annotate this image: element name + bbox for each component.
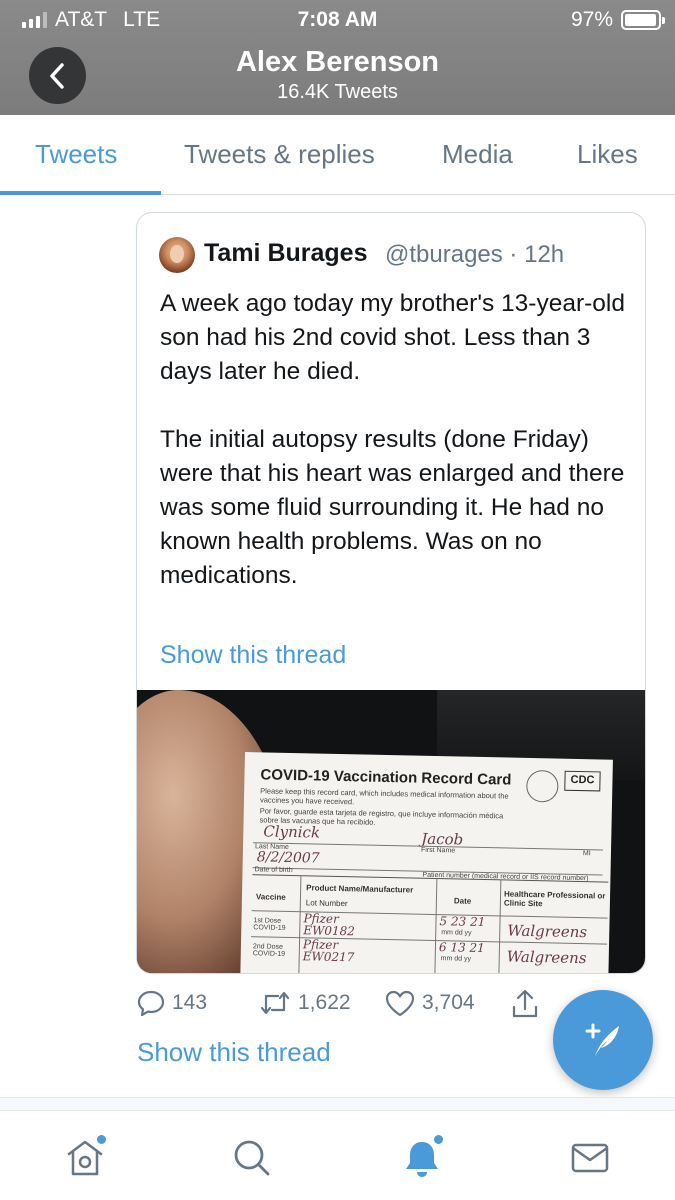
dose1-label: 1st Dose COVID-19 <box>253 917 286 932</box>
nav-home[interactable] <box>55 1133 115 1183</box>
tweet-actions: 143 1,622 3,704 <box>136 988 556 1024</box>
quoted-tweet-text: A week ago today my brother's 13-year-ol… <box>160 287 630 593</box>
dose2-site: Walgreens <box>506 947 587 968</box>
battery-icon <box>621 10 665 30</box>
tab-media[interactable]: Media <box>442 139 513 170</box>
card-instructions-en: Please keep this record card, which incl… <box>259 786 509 807</box>
reply-icon <box>137 990 165 1017</box>
quoted-author-handle-time: @tburages · 12h <box>385 241 565 268</box>
status-bar-right: 97% <box>570 8 665 32</box>
tab-tweets-and-replies[interactable]: Tweets & replies <box>184 139 375 170</box>
bottom-navigation <box>0 1111 675 1200</box>
col-vaccine: Vaccine <box>255 892 286 902</box>
like-count: 3,704 <box>422 991 475 1014</box>
col-date: Date <box>453 896 472 906</box>
tweet-paragraph: A week ago today my brother's 13-year-ol… <box>160 290 625 385</box>
tweet-count: 16.4K Tweets <box>277 81 398 103</box>
nav-messages[interactable] <box>560 1133 620 1183</box>
dob-label: Date of birth <box>254 866 293 875</box>
avatar[interactable] <box>159 237 195 273</box>
feed-separator <box>0 1097 675 1111</box>
compose-tweet-icon <box>585 1023 619 1056</box>
dose1-lot: EW0182 <box>303 923 356 939</box>
col-product: Product Name/Manufacturer <box>306 883 414 895</box>
share-icon <box>512 989 538 1018</box>
dob-value: 8/2/2007 <box>256 849 320 867</box>
tab-likes[interactable]: Likes <box>577 139 638 170</box>
tweet-paragraph: The initial autopsy results (done Friday… <box>160 426 625 589</box>
cdc-logo: CDC <box>564 770 601 792</box>
retweet-count: 1,622 <box>298 991 351 1014</box>
last-name-value: Clynick <box>263 822 321 842</box>
active-tab-indicator <box>0 191 161 195</box>
quoted-tweet[interactable]: Tami Burages @tburages · 12h A week ago … <box>136 212 646 974</box>
vaccination-card: COVID-19 Vaccination Record Card CDC Ple… <box>239 752 613 973</box>
dose2-lot: EW0217 <box>302 949 355 965</box>
mi-label: MI <box>582 850 591 858</box>
col-site: Healthcare Professional or Clinic Site <box>503 889 606 909</box>
col-lot: Lot Number <box>305 898 348 909</box>
quoted-author-name: Tami Burages <box>204 239 368 267</box>
dose1-date: 5 23 21 <box>439 914 486 930</box>
dose1-site: Walgreens <box>507 921 588 942</box>
battery-percent: 97% <box>570 8 613 31</box>
new-notification-dot <box>434 1135 443 1144</box>
share-button[interactable] <box>510 988 540 1020</box>
retweet-button[interactable]: 1,622 <box>258 988 351 1018</box>
retweet-icon <box>260 991 290 1015</box>
first-name-label: First Name <box>420 846 456 855</box>
tweet-photo[interactable]: COVID-19 Vaccination Record Card CDC Ple… <box>137 690 645 973</box>
dose2-label: 2nd Dose COVID-19 <box>252 943 286 958</box>
nav-notifications[interactable] <box>392 1133 452 1183</box>
tab-tweets[interactable]: Tweets <box>35 139 117 170</box>
show-thread-link[interactable]: Show this thread <box>137 1037 331 1068</box>
profile-header: AT&T LTE 7:08 AM 97% Alex Berenson 16.4K… <box>0 0 675 115</box>
profile-name: Alex Berenson <box>235 46 440 78</box>
profile-tabs: Tweets Tweets & replies Media Likes <box>0 115 675 195</box>
reply-button[interactable]: 143 <box>136 988 207 1018</box>
search-icon <box>234 1140 270 1176</box>
like-button[interactable]: 3,704 <box>384 988 475 1018</box>
dose2-date: 6 13 21 <box>438 940 485 956</box>
new-content-dot <box>97 1135 106 1144</box>
nav-search[interactable] <box>222 1133 282 1183</box>
messages-envelope-icon <box>571 1143 609 1173</box>
status-bar: AT&T LTE 7:08 AM 97% <box>0 6 675 32</box>
quoted-show-thread-link[interactable]: Show this thread <box>160 641 346 670</box>
heart-icon <box>385 990 415 1017</box>
date-hint: mm dd yy <box>440 955 472 963</box>
card-title: COVID-19 Vaccination Record Card <box>260 766 512 789</box>
reply-count: 143 <box>172 991 208 1014</box>
compose-tweet-button[interactable] <box>553 990 653 1090</box>
date-hint: mm dd yy <box>441 929 472 937</box>
hhs-eagle-logo <box>526 769 559 803</box>
